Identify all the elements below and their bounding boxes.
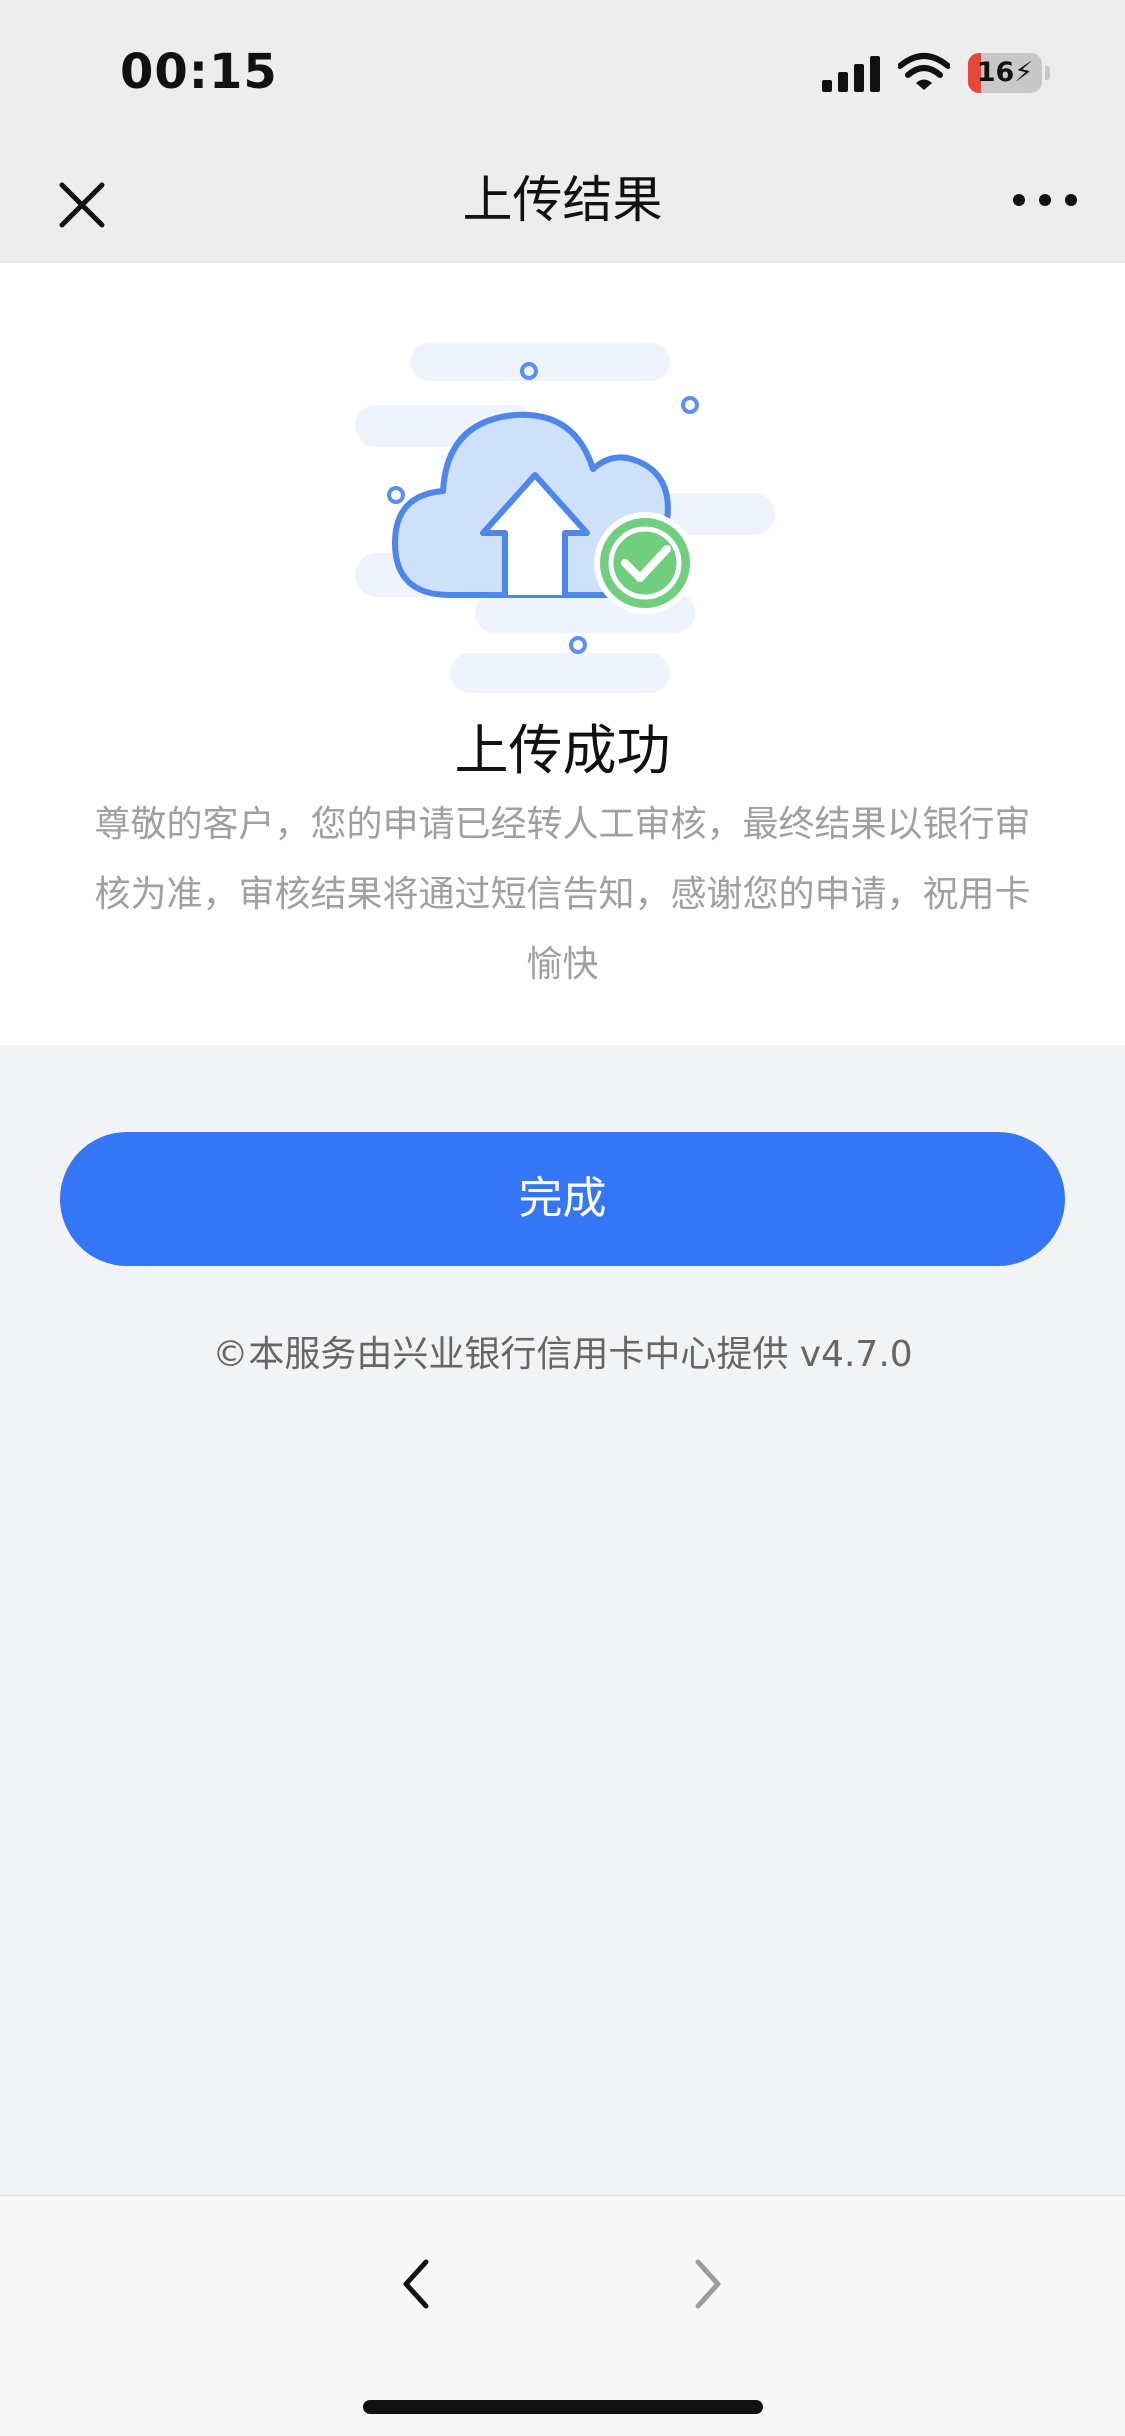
wifi-icon	[898, 53, 950, 90]
result-card: 上传成功 尊敬的客户，您的申请已经转人工审核，最终结果以银行审核为准，审核结果将…	[0, 263, 1125, 1045]
signal-icon	[822, 56, 880, 92]
close-icon[interactable]	[50, 173, 114, 237]
chevron-right-icon[interactable]	[682, 2244, 732, 2324]
page-title: 上传结果	[462, 171, 663, 229]
more-icon[interactable]	[1010, 180, 1080, 220]
nav-bar: 上传结果	[0, 150, 1125, 263]
battery-icon: 16⚡	[968, 53, 1050, 93]
done-button[interactable]: 完成	[60, 1132, 1065, 1266]
service-provider-footer: ©本服务由兴业银行信用卡中心提供 v4.7.0	[212, 1334, 913, 1375]
cloud-upload-success-illustration	[355, 343, 775, 693]
success-title: 上传成功	[454, 719, 671, 782]
status-time: 00:15	[120, 44, 278, 100]
home-indicator[interactable]	[363, 2400, 763, 2414]
result-description: 尊敬的客户，您的申请已经转人工审核，最终结果以银行审核为准，审核结果将通过短信告…	[94, 804, 1031, 985]
browser-toolbar	[0, 2195, 1125, 2436]
status-bar: 00:15 16⚡	[0, 0, 1125, 150]
chevron-left-icon[interactable]	[392, 2244, 442, 2324]
battery-percentage: 16⚡	[976, 57, 1034, 88]
